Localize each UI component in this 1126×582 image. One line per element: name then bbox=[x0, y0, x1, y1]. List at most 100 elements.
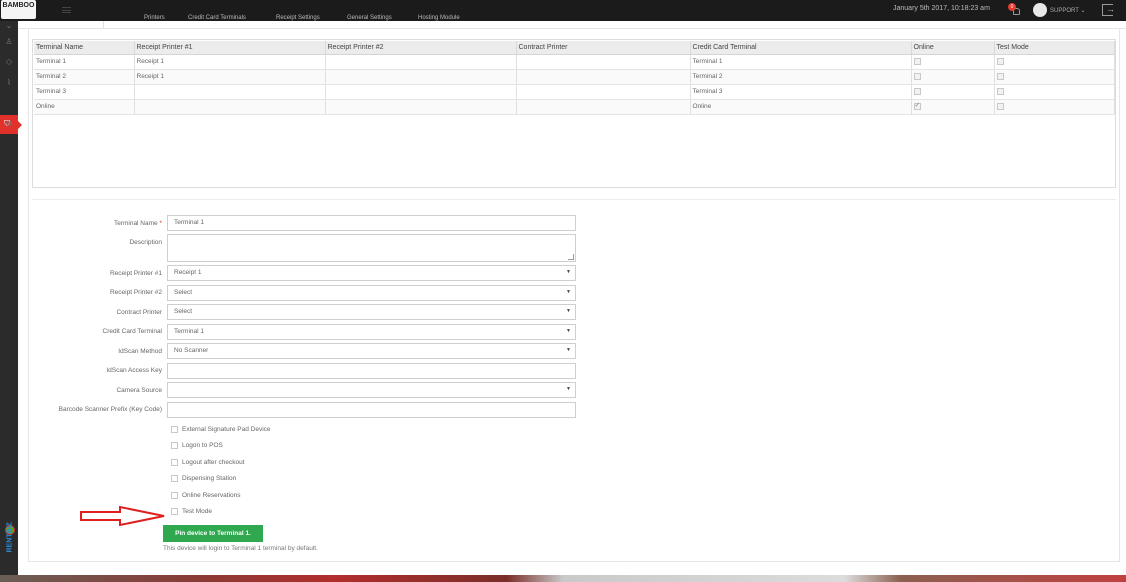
logo-text: BAMBOO bbox=[2, 2, 35, 9]
cell-contract-printer bbox=[516, 69, 691, 85]
cell-receipt-printer-1: Receipt 1 bbox=[134, 54, 326, 70]
col-online[interactable]: Online bbox=[911, 41, 995, 55]
camera-source-select[interactable]: ▼ bbox=[167, 382, 576, 398]
tab-receipt-settings[interactable]: Receipt Settings bbox=[276, 15, 320, 21]
online-reservations-option[interactable]: Online Reservations bbox=[171, 492, 241, 499]
barcode-prefix-input[interactable] bbox=[167, 402, 576, 418]
logout-after-checkout-option[interactable]: Logout after checkout bbox=[171, 459, 245, 466]
test-mode-checkbox[interactable] bbox=[996, 102, 1004, 110]
user-menu[interactable]: SUPPORT ⌄ bbox=[1033, 3, 1085, 17]
tab-strip: Printers Credit Card Terminals Receipt S… bbox=[18, 15, 1126, 29]
credit-card-terminal-select[interactable]: Terminal 1 ▼ bbox=[167, 324, 576, 340]
idscan-access-key-input[interactable] bbox=[167, 363, 576, 379]
cell-credit-card-terminal: Terminal 2 bbox=[690, 69, 912, 85]
rentbiz-logo: RENTBIZ bbox=[2, 513, 16, 557]
bamboo-logo[interactable]: BAMBOO bbox=[1, 0, 36, 19]
tab-credit-card-terminals[interactable]: Credit Card Terminals bbox=[188, 15, 246, 21]
dropdown-arrow-icon: ▼ bbox=[566, 269, 571, 275]
terminal-name-input[interactable]: Terminal 1 bbox=[167, 215, 576, 231]
dropdown-arrow-icon: ▼ bbox=[566, 289, 571, 295]
pin-device-button[interactable]: Pin device to Terminal 1. bbox=[163, 525, 263, 542]
cell-contract-printer bbox=[516, 84, 691, 100]
online-checkbox[interactable] bbox=[913, 101, 921, 110]
tab-general-settings[interactable]: General Settings bbox=[347, 15, 392, 21]
receipt-printer-2-label: Receipt Printer #2 bbox=[109, 289, 162, 296]
receipt-printer-1-select[interactable]: Receipt 1 ▼ bbox=[167, 265, 576, 281]
chevron-down-icon[interactable]: ⌄ bbox=[4, 21, 14, 31]
test-mode-option[interactable]: Test Mode bbox=[171, 508, 212, 515]
col-terminal-name[interactable]: Terminal Name bbox=[34, 41, 135, 55]
contract-printer-label: Contract Printer bbox=[116, 309, 162, 316]
test-mode-checkbox[interactable] bbox=[996, 57, 1004, 65]
cell-test-mode bbox=[994, 99, 1115, 115]
logon-to-pos-checkbox[interactable] bbox=[171, 442, 178, 449]
idscan-access-key-label: IdScan Access Key bbox=[106, 367, 162, 374]
external-signature-pad-checkbox[interactable] bbox=[171, 426, 178, 433]
table-row[interactable]: Terminal 2 Receipt 1 Terminal 2 bbox=[34, 69, 1115, 85]
rentbiz-text: RENTBIZ bbox=[6, 522, 14, 553]
resize-handle-icon[interactable] bbox=[568, 254, 574, 260]
test-mode-checkbox[interactable] bbox=[996, 72, 1004, 80]
test-mode-checkbox[interactable] bbox=[996, 87, 1004, 95]
logout-after-checkout-checkbox[interactable] bbox=[171, 459, 178, 466]
col-contract-printer[interactable]: Contract Printer bbox=[516, 41, 691, 55]
notifications-bell-icon[interactable]: 0 bbox=[1008, 3, 1021, 16]
col-receipt-printer-2[interactable]: Receipt Printer #2 bbox=[325, 41, 517, 55]
test-mode-form-checkbox[interactable] bbox=[171, 508, 178, 515]
current-datetime: January 5th 2017, 10:18:23 am bbox=[893, 5, 990, 12]
hamburger-menu-icon[interactable] bbox=[62, 7, 71, 13]
sidebar: ⌄ ♙ ◇ ⌇ ⛉ ⚙ RENTBIZ bbox=[0, 21, 22, 576]
tab-hosting-module[interactable]: Hosting Module bbox=[418, 15, 460, 21]
table-row[interactable]: Terminal 1 Receipt 1 Terminal 1 bbox=[34, 54, 1115, 70]
cell-credit-card-terminal: Terminal 3 bbox=[690, 84, 912, 100]
dropdown-arrow-icon: ▼ bbox=[566, 347, 571, 353]
dispensing-station-checkbox[interactable] bbox=[171, 475, 178, 482]
credit-card-terminal-value: Terminal 1 bbox=[174, 328, 204, 335]
receipt-printer-2-select[interactable]: Select ▼ bbox=[167, 285, 576, 301]
gear-icon[interactable]: ⚙ bbox=[4, 119, 14, 129]
cell-receipt-printer-2 bbox=[325, 69, 517, 85]
tag-icon[interactable]: ◇ bbox=[4, 57, 14, 67]
pin-device-help-text: This device will login to Terminal 1 ter… bbox=[163, 545, 318, 552]
table-row[interactable]: Online Online bbox=[34, 99, 1115, 115]
col-credit-card-terminal[interactable]: Credit Card Terminal bbox=[690, 41, 912, 55]
description-textarea[interactable] bbox=[167, 234, 576, 262]
logout-icon[interactable] bbox=[1102, 4, 1115, 16]
dropdown-arrow-icon: ▼ bbox=[566, 328, 571, 334]
terminal-name-label: Terminal Name * bbox=[114, 220, 162, 227]
contract-printer-select[interactable]: Select ▼ bbox=[167, 304, 576, 320]
tab-printers[interactable]: Printers bbox=[144, 15, 165, 21]
cell-receipt-printer-2 bbox=[325, 54, 517, 70]
section-divider bbox=[32, 199, 1116, 200]
online-checkbox[interactable] bbox=[913, 72, 921, 80]
online-checkbox[interactable] bbox=[913, 87, 921, 95]
table-row[interactable]: Terminal 3 Terminal 3 bbox=[34, 84, 1115, 100]
chart-icon[interactable]: ⌇ bbox=[4, 78, 14, 88]
user-icon[interactable]: ♙ bbox=[4, 37, 14, 47]
bottom-background-strip bbox=[0, 575, 1126, 582]
external-signature-pad-label: External Signature Pad Device bbox=[182, 426, 271, 433]
dispensing-station-option[interactable]: Dispensing Station bbox=[171, 475, 236, 482]
col-receipt-printer-1[interactable]: Receipt Printer #1 bbox=[134, 41, 326, 55]
terminal-name-label-text: Terminal Name bbox=[113, 220, 158, 227]
logout-after-checkout-label: Logout after checkout bbox=[182, 459, 245, 466]
cell-online bbox=[911, 99, 995, 115]
cell-terminal-name: Online bbox=[34, 99, 135, 115]
receipt-printer-2-value: Select bbox=[174, 289, 193, 296]
external-signature-pad-option[interactable]: External Signature Pad Device bbox=[171, 426, 271, 433]
idscan-method-select[interactable]: No Scanner ▼ bbox=[167, 343, 576, 359]
idscan-method-label: IdScan Method bbox=[118, 348, 162, 355]
credit-card-terminal-label: Credit Card Terminal bbox=[102, 328, 162, 335]
col-test-mode[interactable]: Test Mode bbox=[994, 41, 1115, 55]
online-reservations-checkbox[interactable] bbox=[171, 492, 178, 499]
red-arrow-annotation-icon bbox=[80, 506, 165, 526]
dropdown-arrow-icon: ▼ bbox=[566, 386, 571, 392]
cell-receipt-printer-1: Receipt 1 bbox=[134, 69, 326, 85]
cell-receipt-printer-2 bbox=[325, 99, 517, 115]
logon-to-pos-option[interactable]: Logon to POS bbox=[171, 442, 223, 449]
idscan-method-value: No Scanner bbox=[174, 347, 209, 354]
cell-terminal-name: Terminal 1 bbox=[34, 54, 135, 70]
online-checkbox[interactable] bbox=[913, 57, 921, 65]
camera-source-label: Camera Source bbox=[116, 387, 162, 394]
cell-online bbox=[911, 69, 995, 85]
